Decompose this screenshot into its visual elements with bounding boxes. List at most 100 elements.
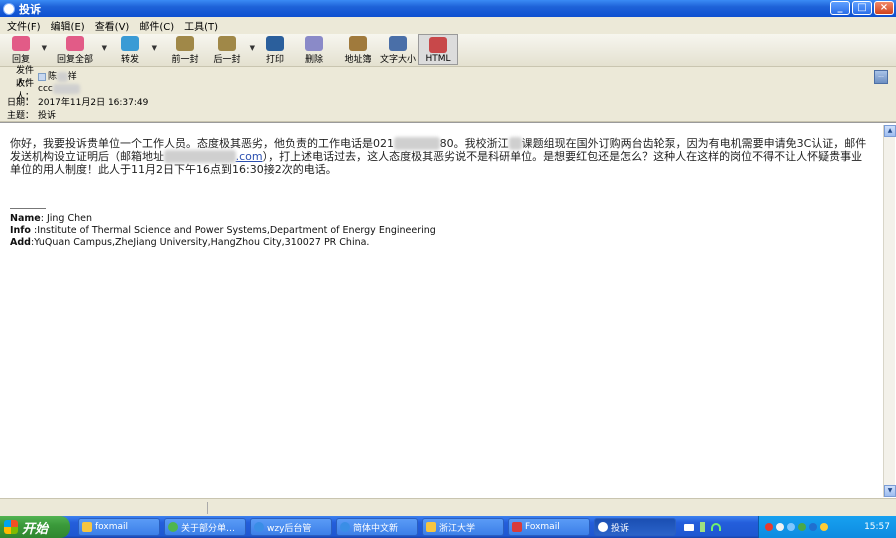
html-icon <box>429 37 447 53</box>
subject-row: 主题： 投诉 <box>0 108 56 121</box>
from-name: 陈 <box>48 72 58 82</box>
forward-label: 转发 <box>120 55 139 65</box>
browser-icon <box>340 522 350 532</box>
sig-add-label: Add <box>10 237 31 248</box>
scroll-down-icon[interactable]: ▼ <box>884 485 896 497</box>
chevron-down-icon[interactable]: ▼ <box>152 44 157 52</box>
previous-label: 前一封 <box>171 55 199 65</box>
folder-icon <box>82 522 92 532</box>
chevron-down-icon[interactable]: ▼ <box>102 44 107 52</box>
start-label: 开始 <box>22 521 49 537</box>
clock[interactable]: 15:57 <box>864 522 890 532</box>
taskbar-item-foxmail[interactable]: Foxmail <box>508 518 590 536</box>
menu-mail[interactable]: 邮件(C) <box>134 18 179 33</box>
window-title: 投诉 <box>19 2 41 16</box>
sig-name-value: : Jing Chen <box>40 213 92 224</box>
window-titlebar: 投诉 _ □ × <box>0 0 896 17</box>
folder-icon <box>426 522 436 532</box>
pen-icon[interactable] <box>700 522 705 532</box>
address-book-label: 地址簿 <box>344 55 372 65</box>
vertical-scrollbar[interactable]: ▲ ▼ <box>883 125 896 497</box>
contact-icon <box>38 72 46 81</box>
message-body-frame: 你好，我要投诉贵单位一个工作人员。态度极其恶劣，他负责的工作电话是021xxxx… <box>0 122 896 498</box>
body-text-1: 你好，我要投诉贵单位一个工作人员。态度极其恶劣，他负责的工作电话是021 <box>10 137 394 150</box>
close-button[interactable]: × <box>874 1 894 15</box>
html-label: HTML <box>425 54 451 64</box>
taskbar-item-complaint[interactable]: 投诉 <box>594 518 676 536</box>
body-text-2: 80。我校浙江 <box>439 137 509 150</box>
sig-info-value: :Institute of Thermal Science and Power … <box>30 225 436 236</box>
previous-button[interactable]: 前一封 <box>166 34 204 65</box>
signature-divider <box>10 208 46 209</box>
previous-icon <box>176 36 194 51</box>
taskbar-item-browser-news[interactable]: 简体中文新 <box>336 518 418 536</box>
redacted-text: xx <box>57 72 68 82</box>
minimize-button[interactable]: _ <box>830 1 850 15</box>
task-label: 浙江大学 <box>439 523 476 534</box>
taskbar-item-foxmail-folder[interactable]: foxmail <box>78 518 160 536</box>
wifi-icon[interactable] <box>711 523 721 531</box>
next-button[interactable]: 后一封 ▼ <box>208 34 255 65</box>
task-label: wzy后台管 <box>267 523 312 534</box>
delete-button[interactable]: 删除 <box>296 34 332 65</box>
redacted-text: xx <box>508 137 522 150</box>
message-body: 你好，我要投诉贵单位一个工作人员。态度极其恶劣，他负责的工作电话是021xxxx… <box>10 137 872 176</box>
tray-app-icon[interactable] <box>820 523 828 531</box>
menu-file[interactable]: 文件(F) <box>2 18 46 33</box>
tray-network-icon[interactable] <box>787 523 795 531</box>
taskbar-item-document[interactable]: 关于部分单… <box>164 518 246 536</box>
keyboard-icon[interactable] <box>684 523 694 531</box>
text-size-button[interactable]: 文字大小 <box>378 34 418 65</box>
task-label: 简体中文新 <box>353 523 399 534</box>
text-size-label: 文字大小 <box>379 55 416 65</box>
forward-button[interactable]: 转发 ▼ <box>112 34 157 65</box>
reply-icon <box>12 36 30 51</box>
sig-name-label: Name <box>10 213 41 224</box>
delete-label: 删除 <box>304 55 323 65</box>
menu-tools[interactable]: 工具(T) <box>179 18 223 33</box>
scroll-up-icon[interactable]: ▲ <box>884 125 896 137</box>
print-label: 打印 <box>265 55 284 65</box>
email-link-tail[interactable]: .com <box>236 150 263 163</box>
taskbar-item-zju-folder[interactable]: 浙江大学 <box>422 518 504 536</box>
taskbar-item-browser-admin[interactable]: wzy后台管 <box>250 518 332 536</box>
redacted-text: xxxxx <box>52 83 80 94</box>
delete-icon <box>305 36 323 51</box>
subject-value: 投诉 <box>38 111 57 121</box>
tray-security-icon[interactable] <box>798 523 806 531</box>
reply-all-button[interactable]: 回复全部 ▼ <box>52 34 107 65</box>
from-name-tail: 祥 <box>67 72 77 82</box>
address-book-icon <box>349 36 367 51</box>
reply-all-icon <box>66 36 84 51</box>
menu-edit[interactable]: 编辑(E) <box>46 18 90 33</box>
to-row: 收件人： cccxxxxx <box>0 79 80 102</box>
address-book-button[interactable]: 地址簿 <box>340 34 376 65</box>
reply-all-label: 回复全部 <box>56 55 93 65</box>
contact-card-icon[interactable]: ··· <box>874 70 888 84</box>
mail-icon <box>598 522 608 532</box>
tray-app-icon[interactable] <box>776 523 784 531</box>
next-icon <box>218 36 236 51</box>
chevron-down-icon[interactable]: ▼ <box>250 44 255 52</box>
from-value[interactable]: 陈xx祥 <box>38 69 77 82</box>
start-button[interactable]: 开始 <box>0 516 70 538</box>
menu-view[interactable]: 查看(V) <box>90 18 135 33</box>
tray-app-icon[interactable] <box>765 523 773 531</box>
redacted-email: xxxxxxxxxxx <box>164 150 236 163</box>
print-button[interactable]: 打印 <box>258 34 292 65</box>
date-row: 日期： 2017年11月2日 16:37:49 <box>0 95 148 108</box>
menu-bar: 文件(F) 编辑(E) 查看(V) 邮件(C) 工具(T) <box>0 17 896 34</box>
maximize-button[interactable]: □ <box>852 1 872 15</box>
browser-icon <box>254 522 264 532</box>
system-tray: 15:57 <box>758 516 896 538</box>
chevron-down-icon[interactable]: ▼ <box>42 44 47 52</box>
tray-app-icon[interactable] <box>809 523 817 531</box>
document-icon <box>168 522 178 532</box>
sig-info-label: Info <box>10 225 31 236</box>
next-label: 后一封 <box>213 55 241 65</box>
to-value[interactable]: cccxxxxx <box>38 83 80 94</box>
task-label: 投诉 <box>611 523 630 534</box>
html-button[interactable]: HTML <box>418 34 458 65</box>
reply-button[interactable]: 回复 ▼ <box>4 34 47 65</box>
toolbar: 回复 ▼ 回复全部 ▼ 转发 ▼ 前一封 后一封 ▼ 打印 删除 地址簿 文字大… <box>0 34 896 67</box>
